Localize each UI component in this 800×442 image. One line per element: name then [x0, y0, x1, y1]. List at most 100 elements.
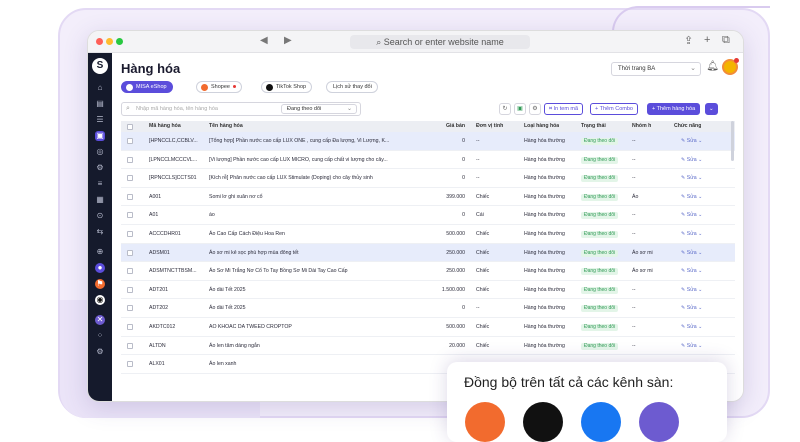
cell-action[interactable]: ✎ Sửa ⌄: [681, 169, 717, 187]
select-all-checkbox[interactable]: [127, 123, 133, 130]
print-barcode-button[interactable]: ⌗ In tem mã: [544, 103, 584, 115]
chevron-down-icon[interactable]: ⌄: [697, 138, 702, 144]
new-tab-icon[interactable]: +: [704, 34, 710, 46]
row-checkbox[interactable]: [127, 175, 133, 182]
cell-action[interactable]: ✎ Sửa ⌄: [681, 225, 717, 243]
row-checkbox[interactable]: [127, 138, 133, 144]
maximize-window-dot[interactable]: [116, 38, 123, 45]
settings-icon[interactable]: ⚙: [529, 103, 541, 115]
chevron-down-icon[interactable]: ⌄: [697, 324, 702, 330]
chevron-down-icon[interactable]: ⌄: [697, 231, 702, 237]
add-product-button[interactable]: + Thêm hàng hóa: [647, 103, 701, 115]
row-checkbox[interactable]: [127, 323, 133, 330]
edit-button[interactable]: ✎ Sửa ⌄: [681, 212, 702, 218]
table-row[interactable]: A01 áo 0 Cái Hàng hóa thường Đang theo dõi -- ✎…: [121, 206, 735, 225]
cell-action[interactable]: ✎ Sửa ⌄: [681, 151, 717, 169]
table-row[interactable]: ALTDN Áo len tâm dáng ngắn 20.000 Chiếc Hàng…: [121, 337, 735, 356]
table-row[interactable]: ADT201 Áo dài Tết 2025 1.500.000 Chiếc Hàng …: [121, 281, 735, 300]
cell-action[interactable]: ✎ Sửa ⌄: [681, 244, 717, 262]
cell-action[interactable]: ✎ Sửa ⌄: [681, 337, 717, 355]
row-checkbox[interactable]: [127, 156, 133, 163]
edit-button[interactable]: ✎ Sửa ⌄: [681, 250, 702, 256]
edit-button[interactable]: ✎ Sửa ⌄: [681, 287, 702, 293]
table-row[interactable]: A001 Somi lơ ghi xuân nơ cổ 399.000 Chiếc Hà…: [121, 188, 735, 207]
menu-icon[interactable]: ≡: [95, 179, 105, 189]
edit-button[interactable]: ✎ Sửa ⌄: [681, 305, 702, 311]
row-checkbox[interactable]: [127, 230, 133, 237]
row-checkbox[interactable]: [127, 361, 133, 368]
row-checkbox[interactable]: [127, 193, 133, 200]
edit-button[interactable]: ✎ Sửa ⌄: [681, 324, 702, 330]
sync-icon[interactable]: ⇆: [95, 227, 105, 237]
settings-icon[interactable]: ⚙: [95, 347, 105, 357]
chevron-down-icon[interactable]: ⌄: [697, 287, 702, 293]
table-row[interactable]: [HPNCCLC,CCBLV... [Tổng hợp] Phần nước ca…: [121, 132, 735, 151]
list-icon[interactable]: ☰: [95, 115, 105, 125]
edit-button[interactable]: ✎ Sửa ⌄: [681, 343, 702, 349]
tab-shopee[interactable]: Shopee: [196, 81, 242, 93]
add-product-dropdown[interactable]: ⌄: [705, 103, 718, 115]
table-row[interactable]: ADSM01 Áo sơ mi kẻ sọc phù hợp mùa đông t…: [121, 243, 735, 263]
url-bar[interactable]: ⌕ Search or enter website name: [350, 35, 530, 49]
close-window-dot[interactable]: [96, 38, 103, 45]
chevron-down-icon[interactable]: ⌄: [697, 194, 702, 200]
cell-action[interactable]: ✎ Sửa ⌄: [681, 132, 717, 150]
home-icon[interactable]: ⌂: [95, 83, 105, 93]
chevron-down-icon[interactable]: ⌄: [697, 157, 702, 163]
tabs-overview-icon[interactable]: ⧉: [722, 34, 730, 47]
apps-icon[interactable]: ⁘: [95, 331, 105, 341]
tab-change-history[interactable]: Lịch sử thay đổi: [326, 81, 378, 93]
table-row[interactable]: ACCCDHR01 Áo Cao Cấp Cách Điệu Hoa Ren 500…: [121, 225, 735, 244]
back-icon[interactable]: ◀: [260, 35, 268, 46]
channel-other-icon[interactable]: ✕: [95, 315, 105, 325]
cell-action[interactable]: ✎ Sửa ⌄: [681, 281, 717, 299]
table-scrollbar[interactable]: [731, 121, 734, 161]
customers-icon[interactable]: ◎: [95, 147, 105, 157]
marketing-icon[interactable]: ⊙: [95, 211, 105, 221]
products-icon[interactable]: ▣: [95, 131, 105, 141]
row-checkbox[interactable]: [127, 342, 133, 349]
row-checkbox[interactable]: [127, 212, 133, 219]
table-row[interactable]: ADSMTNCTTBSM... Áo Sơ Mi Trắng Nơ Cổ To T…: [121, 262, 735, 281]
channel-misa-icon[interactable]: ●: [95, 263, 105, 273]
chevron-down-icon[interactable]: ⌄: [697, 305, 702, 311]
table-row[interactable]: [LPNCCLMCCCVL... [Vi lượng] Phần nước cao…: [121, 151, 735, 170]
row-checkbox[interactable]: [127, 286, 133, 293]
edit-button[interactable]: ✎ Sửa ⌄: [681, 268, 702, 274]
orders-icon[interactable]: ▤: [95, 99, 105, 109]
edit-button[interactable]: ✎ Sửa ⌄: [681, 175, 702, 181]
config-icon[interactable]: ⚙: [95, 163, 105, 173]
table-row[interactable]: AKDTC012 AO KHOAC DA TWEED CROPTOP 500.000…: [121, 318, 735, 337]
row-checkbox[interactable]: [127, 305, 133, 312]
avatar[interactable]: [722, 58, 739, 75]
store-select[interactable]: Thời trang BA ⌄: [611, 62, 701, 76]
chevron-down-icon[interactable]: ⌄: [697, 175, 702, 181]
cell-action[interactable]: ✎ Sửa ⌄: [681, 188, 717, 206]
refresh-icon[interactable]: ↻: [499, 103, 511, 115]
row-checkbox[interactable]: [127, 249, 133, 256]
cell-action[interactable]: ✎ Sửa ⌄: [681, 299, 717, 317]
forward-icon[interactable]: ▶: [284, 35, 292, 46]
add-combo-button[interactable]: + Thêm Combo: [590, 103, 638, 115]
edit-button[interactable]: ✎ Sửa ⌄: [681, 194, 702, 200]
status-filter-select[interactable]: Đang theo dõi ⌄: [281, 104, 357, 114]
cell-action[interactable]: ✎ Sửa ⌄: [681, 206, 717, 224]
reports-icon[interactable]: ▦: [95, 195, 105, 205]
cell-action[interactable]: ✎ Sửa ⌄: [681, 262, 717, 280]
channel-shopee-icon[interactable]: ⚑: [95, 279, 105, 289]
chevron-down-icon[interactable]: ⌄: [697, 343, 702, 349]
chevron-down-icon[interactable]: ⌄: [697, 268, 702, 274]
tab-tiktok-shop[interactable]: TikTok Shop: [261, 81, 313, 93]
excel-icon[interactable]: ▣: [514, 103, 526, 115]
row-checkbox[interactable]: [127, 268, 133, 275]
tab-misa-eshop[interactable]: MISA eShop: [121, 81, 173, 93]
bell-icon[interactable]: 🔔︎: [706, 61, 719, 72]
edit-button[interactable]: ✎ Sửa ⌄: [681, 138, 702, 144]
channel-tiktok-icon[interactable]: ◉: [95, 295, 105, 305]
table-row[interactable]: [RPNCCLS]CCTS01 [Kích rễ] Phân nước cao c…: [121, 169, 735, 188]
share-icon[interactable]: ⇪: [684, 34, 693, 47]
edit-button[interactable]: ✎ Sửa ⌄: [681, 231, 702, 237]
chevron-down-icon[interactable]: ⌄: [697, 212, 702, 218]
cell-action[interactable]: ✎ Sửa ⌄: [681, 318, 717, 336]
edit-button[interactable]: ✎ Sửa ⌄: [681, 157, 702, 163]
